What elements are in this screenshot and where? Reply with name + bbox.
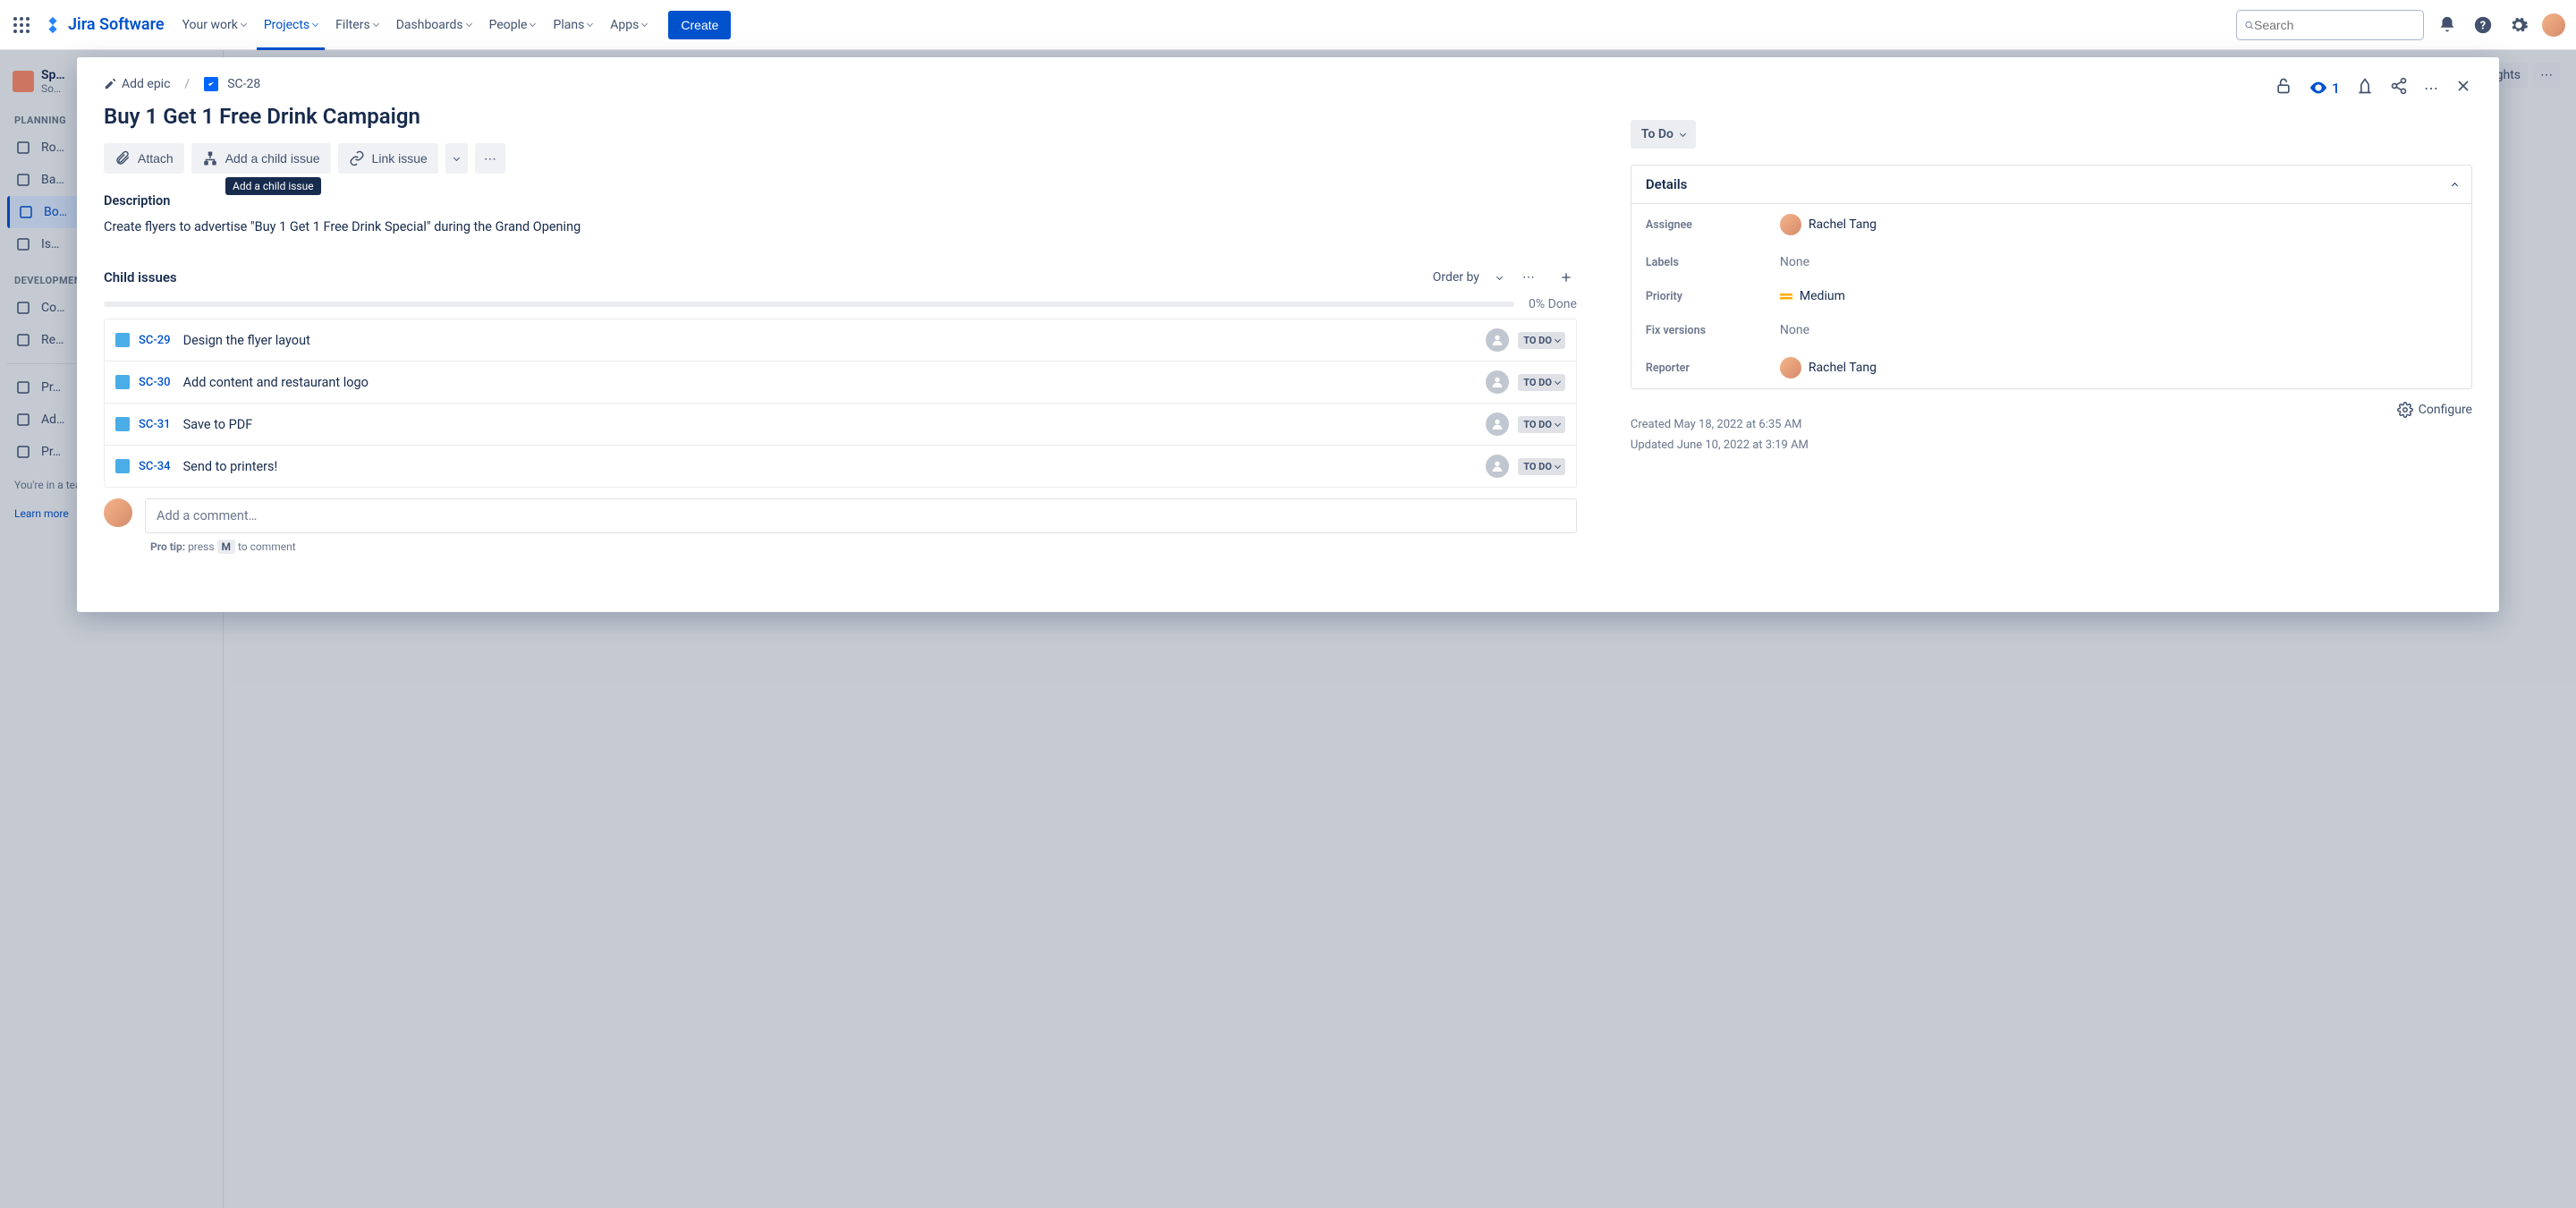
assignee-value[interactable]: Rachel Tang xyxy=(1780,214,1877,235)
comment-input[interactable]: Add a comment… xyxy=(145,498,1577,533)
svg-text:?: ? xyxy=(2480,19,2486,32)
child-summary[interactable]: Add content and restaurant logo xyxy=(183,375,1478,390)
add-child-tooltip: Add a child issue xyxy=(225,177,321,195)
nav-item-projects[interactable]: Projects xyxy=(257,13,325,38)
action-row: Attach Add a child issue Link issue ⋯ Ad… xyxy=(104,143,1577,174)
nav-item-dashboards[interactable]: Dashboards xyxy=(389,13,479,38)
help-icon[interactable]: ? xyxy=(2470,13,2496,38)
child-issues-label: Child issues xyxy=(104,269,177,285)
child-status[interactable]: TO DO xyxy=(1518,332,1565,349)
child-key[interactable]: SC-30 xyxy=(139,376,171,389)
child-assignee-avatar[interactable] xyxy=(1486,455,1509,478)
link-dropdown-button[interactable] xyxy=(445,143,468,174)
nav-item-people[interactable]: People xyxy=(482,13,543,38)
nav-item-filters[interactable]: Filters xyxy=(328,13,386,38)
labels-label: Labels xyxy=(1646,256,1780,269)
share-icon[interactable] xyxy=(2390,77,2408,98)
nav-items: Your work Projects Filters Dashboards Pe… xyxy=(175,13,655,38)
search-input[interactable] xyxy=(2254,18,2416,32)
child-summary[interactable]: Design the flyer layout xyxy=(183,333,1478,348)
child-key[interactable]: SC-34 xyxy=(139,460,171,473)
modal-top-icons: 1 ⋯ xyxy=(1631,77,2472,98)
attach-button[interactable]: Attach xyxy=(104,143,184,174)
add-epic-button[interactable]: Add epic xyxy=(104,77,170,91)
timestamps: Created May 18, 2022 at 6:35 AM Updated … xyxy=(1631,414,1809,456)
child-issue-row[interactable]: SC-34 Send to printers! TO DO xyxy=(105,446,1576,487)
progress-row: 0% Done xyxy=(104,297,1577,311)
fix-versions-value[interactable]: None xyxy=(1780,323,1809,337)
reporter-label: Reporter xyxy=(1646,362,1780,375)
nav-item-your-work[interactable]: Your work xyxy=(175,13,253,38)
child-summary[interactable]: Send to printers! xyxy=(183,459,1478,474)
child-assignee-avatar[interactable] xyxy=(1486,328,1509,352)
child-issue-row[interactable]: SC-29 Design the flyer layout TO DO xyxy=(105,319,1576,362)
add-child-issue-button[interactable]: Add a child issue xyxy=(191,143,331,174)
priority-value[interactable]: Medium xyxy=(1780,289,1845,303)
subtask-icon xyxy=(115,375,130,389)
child-summary[interactable]: Save to PDF xyxy=(183,417,1478,432)
subtask-icon xyxy=(115,417,130,431)
search-box[interactable] xyxy=(2236,10,2424,40)
priority-medium-icon xyxy=(1780,292,1792,301)
child-key[interactable]: SC-29 xyxy=(139,334,171,347)
issue-type-icon xyxy=(204,77,218,91)
assignee-avatar xyxy=(1780,214,1801,235)
issue-title[interactable]: Buy 1 Get 1 Free Drink Campaign xyxy=(104,104,1577,129)
child-issue-row[interactable]: SC-31 Save to PDF TO DO xyxy=(105,404,1576,446)
details-panel: Details Assignee Rachel Tang Labels None… xyxy=(1631,165,2472,389)
status-dropdown[interactable]: To Do xyxy=(1631,120,1696,149)
notifications-icon[interactable] xyxy=(2435,13,2460,38)
watch-button[interactable]: 1 xyxy=(2309,78,2340,98)
top-nav: Jira Software Your work Projects Filters… xyxy=(0,0,2576,50)
close-icon[interactable] xyxy=(2454,77,2472,98)
priority-label: Priority xyxy=(1646,290,1780,303)
child-status[interactable]: TO DO xyxy=(1518,416,1565,433)
issue-modal: Add epic / SC-28 Buy 1 Get 1 Free Drink … xyxy=(77,57,2499,612)
fix-versions-label: Fix versions xyxy=(1646,324,1780,337)
progress-label: 0% Done xyxy=(1529,297,1577,311)
link-issue-button[interactable]: Link issue xyxy=(338,143,438,174)
current-user-avatar xyxy=(104,498,132,527)
child-assignee-avatar[interactable] xyxy=(1486,413,1509,436)
order-by-button[interactable]: Order by xyxy=(1433,270,1502,285)
reporter-value[interactable]: Rachel Tang xyxy=(1780,357,1877,379)
modal-more-icon[interactable]: ⋯ xyxy=(2424,80,2438,97)
add-child-icon[interactable] xyxy=(1555,267,1577,288)
description-label: Description xyxy=(104,193,1577,208)
more-actions-button[interactable]: ⋯ xyxy=(475,143,505,174)
child-key[interactable]: SC-31 xyxy=(139,418,171,431)
issue-key[interactable]: SC-28 xyxy=(227,77,260,91)
nav-item-plans[interactable]: Plans xyxy=(546,13,599,38)
child-list: SC-29 Design the flyer layout TO DO SC-3… xyxy=(104,319,1577,488)
child-status[interactable]: TO DO xyxy=(1518,458,1565,475)
labels-value[interactable]: None xyxy=(1780,255,1809,269)
progress-bar xyxy=(104,302,1514,307)
child-issue-row[interactable]: SC-30 Add content and restaurant logo TO… xyxy=(105,362,1576,404)
configure-button[interactable]: Configure xyxy=(2397,402,2472,418)
child-assignee-avatar[interactable] xyxy=(1486,370,1509,394)
logo-text: Jira Software xyxy=(68,15,165,34)
pro-tip: Pro tip: press M to comment xyxy=(150,540,1577,553)
profile-avatar[interactable] xyxy=(2542,13,2565,37)
jira-logo[interactable]: Jira Software xyxy=(43,15,165,35)
lock-icon[interactable] xyxy=(2275,77,2292,98)
create-button[interactable]: Create xyxy=(668,11,731,39)
subtask-icon xyxy=(115,459,130,473)
child-more-icon[interactable]: ⋯ xyxy=(1518,267,1539,288)
details-header[interactable]: Details xyxy=(1631,166,2471,204)
vote-icon[interactable] xyxy=(2356,77,2374,98)
subtask-icon xyxy=(115,333,130,347)
app-switcher-icon[interactable] xyxy=(11,14,32,36)
nav-item-apps[interactable]: Apps xyxy=(603,13,654,38)
breadcrumbs: Add epic / SC-28 xyxy=(104,77,1577,91)
settings-icon[interactable] xyxy=(2506,13,2531,38)
reporter-avatar xyxy=(1780,357,1801,379)
child-status[interactable]: TO DO xyxy=(1518,374,1565,391)
assignee-label: Assignee xyxy=(1646,218,1780,232)
description-text[interactable]: Create flyers to advertise "Buy 1 Get 1 … xyxy=(104,219,1577,234)
